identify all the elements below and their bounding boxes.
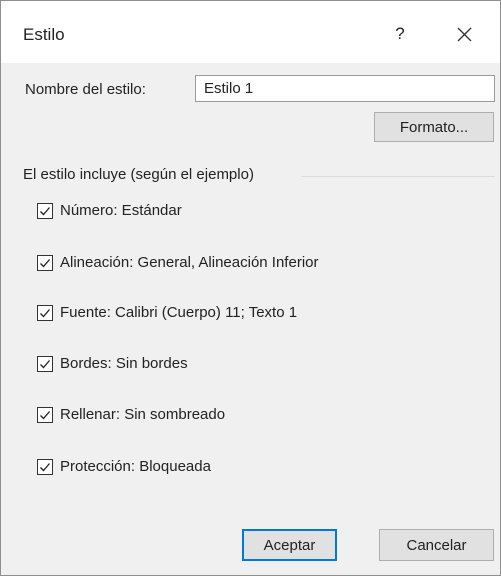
checkmark-icon	[40, 462, 50, 471]
format-button[interactable]: Formato...	[374, 112, 494, 142]
checkbox-label: Alineación: General, Alineación Inferior	[60, 254, 319, 271]
cancel-button[interactable]: Cancelar	[379, 529, 494, 561]
checkmark-icon	[40, 258, 50, 267]
group-divider	[301, 176, 495, 177]
style-dialog: Estilo ? Nombre del estilo: Formato... E…	[0, 0, 501, 576]
checkbox-box[interactable]	[37, 458, 53, 475]
ok-button[interactable]: Aceptar	[242, 529, 337, 561]
checkbox-box[interactable]	[37, 406, 53, 423]
title-bar: Estilo ?	[1, 1, 500, 63]
checkbox-number[interactable]: Número: Estándar	[37, 202, 182, 219]
help-button[interactable]: ?	[382, 17, 418, 51]
checkbox-protection[interactable]: Protección: Bloqueada	[37, 458, 211, 475]
dialog-title: Estilo	[23, 25, 65, 44]
checkbox-box[interactable]	[37, 254, 53, 271]
checkbox-box[interactable]	[37, 202, 53, 219]
close-button[interactable]	[446, 17, 482, 51]
checkbox-label: Rellenar: Sin sombreado	[60, 406, 226, 423]
includes-group-label: El estilo incluye (según el ejemplo)	[23, 166, 260, 183]
style-name-input[interactable]	[195, 75, 495, 102]
checkmark-icon	[40, 308, 50, 317]
checkbox-box[interactable]	[37, 355, 53, 372]
checkmark-icon	[40, 359, 50, 368]
checkbox-fill[interactable]: Rellenar: Sin sombreado	[37, 406, 225, 423]
checkmark-icon	[40, 410, 50, 419]
checkbox-label: Bordes: Sin bordes	[60, 355, 188, 372]
close-icon	[457, 27, 471, 41]
checkbox-label: Fuente: Calibri (Cuerpo) 11; Texto 1	[60, 304, 298, 321]
checkbox-borders[interactable]: Bordes: Sin bordes	[37, 355, 188, 372]
checkbox-box[interactable]	[37, 304, 53, 321]
checkmark-icon	[40, 206, 50, 215]
checkbox-label: Protección: Bloqueada	[60, 458, 211, 475]
checkbox-label: Número: Estándar	[60, 202, 182, 219]
style-name-label: Nombre del estilo:	[25, 81, 146, 98]
checkbox-alignment[interactable]: Alineación: General, Alineación Inferior	[37, 254, 319, 271]
checkbox-font[interactable]: Fuente: Calibri (Cuerpo) 11; Texto 1	[37, 304, 297, 321]
